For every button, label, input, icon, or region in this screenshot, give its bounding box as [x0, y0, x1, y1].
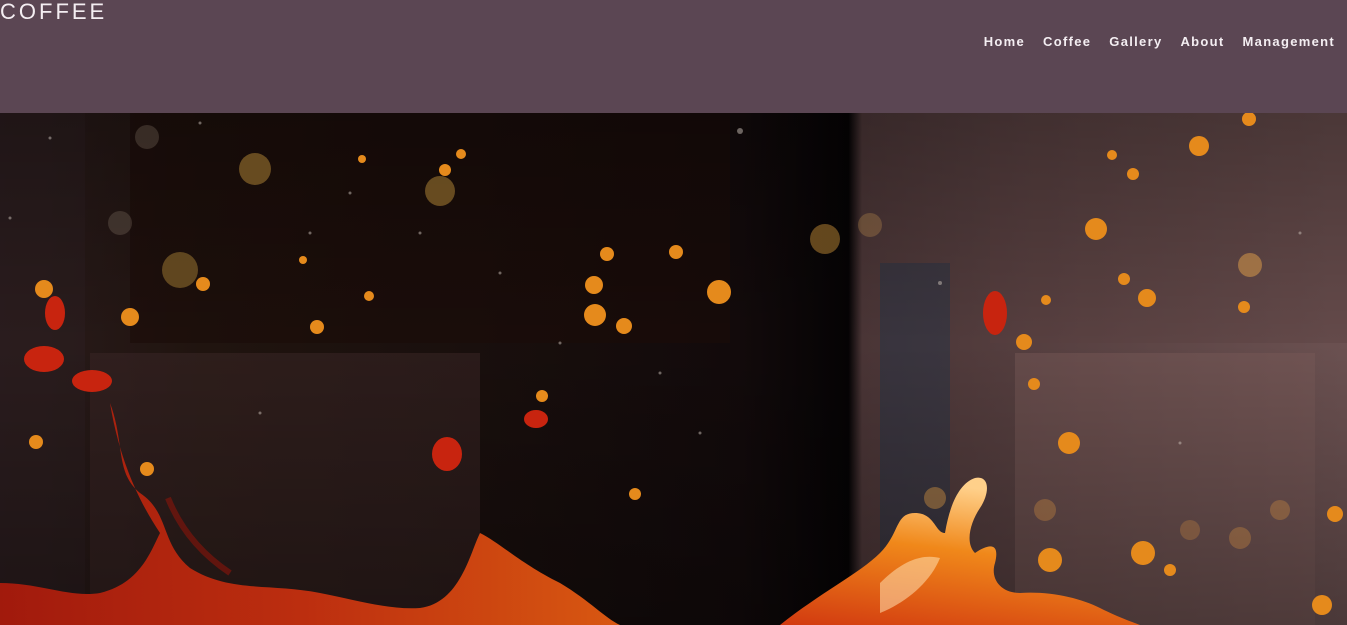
nav-link-gallery[interactable]: Gallery [1091, 34, 1162, 50]
coffee-splash-image [0, 113, 1347, 625]
nav-link-about[interactable]: About [1162, 34, 1224, 50]
nav-link-home[interactable]: Home [966, 34, 1025, 50]
hero-banner [0, 113, 1347, 625]
nav-link-coffee[interactable]: Coffee [1025, 34, 1091, 50]
site-header: COFFEE Home Coffee Gallery About Managem… [0, 0, 1347, 113]
site-logo[interactable]: COFFEE [0, 0, 107, 24]
nav-link-management[interactable]: Management [1225, 34, 1335, 50]
main-nav: Home Coffee Gallery About Management [966, 34, 1335, 50]
